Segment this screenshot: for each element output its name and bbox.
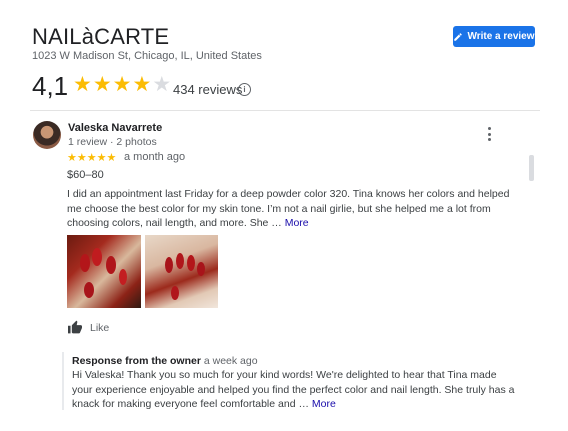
- star-icon: ★: [112, 73, 132, 96]
- write-review-button[interactable]: Write a review: [453, 26, 535, 47]
- review-photo[interactable]: [145, 235, 218, 308]
- business-address: 1023 W Madison St, Chicago, IL, United S…: [32, 50, 262, 62]
- review-price: $60–80: [67, 169, 104, 181]
- star-icon: ★: [86, 152, 97, 164]
- reviewer-name[interactable]: Valeska Navarrete: [68, 122, 162, 134]
- owner-response-time: a week ago: [203, 355, 258, 367]
- response-divider: [62, 352, 64, 410]
- nail-photo-image: [165, 253, 205, 300]
- reviews-count[interactable]: 434 reviews: [173, 82, 242, 97]
- more-vert-icon[interactable]: [484, 127, 494, 141]
- star-icon: ★: [73, 73, 92, 96]
- reviewer-meta: 1 review · 2 photos: [68, 136, 157, 148]
- scrollbar[interactable]: [529, 155, 534, 181]
- owner-response-header: Response from the owner a week ago: [72, 355, 258, 367]
- owner-response-body: Hi Valeska! Thank you so much for your k…: [72, 369, 515, 410]
- star-icon: ★: [67, 152, 77, 164]
- more-link[interactable]: More: [285, 217, 309, 229]
- like-label[interactable]: Like: [90, 322, 109, 334]
- star-icon: ★: [106, 152, 117, 164]
- rating-stars: ★ ★ ★ ★ ★: [73, 74, 171, 96]
- business-name: NAILàCARTE: [32, 24, 170, 49]
- star-icon: ★: [96, 152, 107, 164]
- star-icon: ★: [132, 73, 152, 96]
- star-empty-icon: ★: [152, 73, 172, 96]
- star-icon: ★: [92, 73, 112, 96]
- review-text: I did an appointment last Friday for a d…: [67, 187, 522, 231]
- star-icon: ★: [76, 152, 87, 164]
- info-icon[interactable]: i: [238, 83, 251, 96]
- avatar[interactable]: [33, 121, 61, 149]
- owner-response-title: Response from the owner: [72, 355, 201, 367]
- divider: [30, 110, 540, 111]
- write-review-label: Write a review: [467, 31, 535, 42]
- thumb-up-icon[interactable]: [67, 320, 83, 334]
- pencil-icon: [454, 32, 463, 41]
- more-link[interactable]: More: [312, 398, 336, 410]
- review-photo[interactable]: [67, 235, 141, 308]
- nail-photo-image: [80, 248, 127, 298]
- review-time: a month ago: [124, 151, 186, 163]
- owner-response-text: Hi Valeska! Thank you so much for your k…: [72, 368, 517, 412]
- average-rating: 4,1: [32, 71, 69, 101]
- review-stars: ★ ★ ★ ★ ★: [67, 152, 116, 164]
